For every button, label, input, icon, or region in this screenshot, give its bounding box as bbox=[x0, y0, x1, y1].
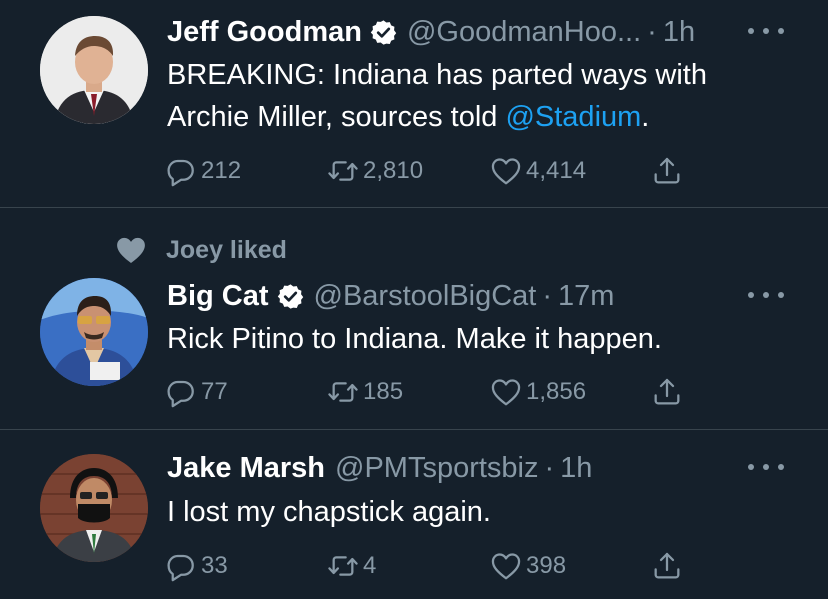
reply-button[interactable]: 33 bbox=[165, 549, 228, 583]
separator: · bbox=[544, 452, 555, 484]
share-button[interactable] bbox=[651, 154, 683, 188]
social-context-label[interactable]: Joey liked bbox=[166, 236, 287, 265]
avatar[interactable] bbox=[40, 278, 148, 386]
display-name[interactable]: Big Cat bbox=[167, 278, 269, 314]
retweet-count: 4 bbox=[363, 552, 377, 579]
reply-button[interactable]: 212 bbox=[165, 154, 241, 188]
separator: · bbox=[542, 280, 553, 312]
avatar[interactable] bbox=[40, 16, 148, 124]
retweet-count: 185 bbox=[363, 378, 404, 405]
user-handle[interactable]: @BarstoolBigCat bbox=[314, 278, 537, 314]
retweet-button[interactable]: 4 bbox=[327, 549, 376, 583]
tweet-header: Big Cat @BarstoolBigCat · 17m bbox=[167, 278, 798, 314]
retweet-count: 2,810 bbox=[363, 157, 424, 184]
tweet-text-part: . bbox=[641, 101, 650, 133]
verified-badge-icon bbox=[277, 283, 304, 310]
tweet-card[interactable]: Jeff Goodman @GoodmanHoo... · 1h BREAKIN… bbox=[0, 0, 828, 207]
retweet-icon bbox=[327, 155, 359, 187]
separator: · bbox=[647, 16, 657, 48]
like-button[interactable]: 4,414 bbox=[490, 154, 586, 188]
display-name[interactable]: Jake Marsh bbox=[167, 450, 325, 486]
tweet-card[interactable]: Joey liked Big Cat @BarstoolBigCat · 17m… bbox=[0, 208, 828, 429]
share-icon bbox=[651, 155, 683, 187]
tweet-header: Jeff Goodman @GoodmanHoo... · 1h bbox=[167, 14, 798, 50]
like-count: 398 bbox=[526, 552, 567, 579]
tweet-header: Jake Marsh @PMTsportsbiz · 1h bbox=[167, 450, 798, 486]
share-icon bbox=[651, 376, 683, 408]
tweet-text: I lost my chapstick again. bbox=[167, 496, 491, 528]
more-icon[interactable] bbox=[748, 21, 784, 41]
heart-icon bbox=[490, 376, 522, 408]
timestamp[interactable]: 17m bbox=[558, 278, 614, 314]
share-button[interactable] bbox=[651, 549, 683, 583]
timestamp[interactable]: 1h bbox=[663, 14, 695, 50]
timeline-feed: Jeff Goodman @GoodmanHoo... · 1h BREAKIN… bbox=[0, 0, 828, 599]
timestamp[interactable]: 1h bbox=[560, 450, 592, 486]
avatar-photo bbox=[40, 278, 148, 386]
tweet-card[interactable]: Jake Marsh @PMTsportsbiz · 1h I lost my … bbox=[0, 430, 828, 599]
more-icon[interactable] bbox=[748, 285, 784, 305]
avatar-photo bbox=[40, 454, 148, 562]
mention-link[interactable]: @Stadium bbox=[505, 101, 641, 133]
share-button[interactable] bbox=[651, 375, 683, 409]
like-count: 4,414 bbox=[526, 157, 587, 184]
retweet-button[interactable]: 2,810 bbox=[327, 154, 423, 188]
user-handle[interactable]: @PMTsportsbiz bbox=[335, 450, 538, 486]
reply-button[interactable]: 77 bbox=[165, 375, 228, 409]
tweet-actions: 77 185 1,856 bbox=[165, 375, 705, 409]
avatar[interactable] bbox=[40, 454, 148, 562]
verified-badge-icon bbox=[370, 19, 397, 46]
retweet-button[interactable]: 185 bbox=[327, 375, 403, 409]
retweet-icon bbox=[327, 550, 359, 582]
share-icon bbox=[651, 550, 683, 582]
heart-icon bbox=[490, 155, 522, 187]
social-context: Joey liked bbox=[114, 233, 287, 267]
reply-count: 212 bbox=[201, 157, 242, 184]
like-button[interactable]: 398 bbox=[490, 549, 566, 583]
reply-count: 77 bbox=[201, 378, 228, 405]
tweet-text: BREAKING: Indiana has parted ways with A… bbox=[167, 54, 788, 138]
avatar-photo bbox=[40, 16, 148, 124]
user-handle[interactable]: @GoodmanHoo... bbox=[407, 14, 641, 50]
reply-icon bbox=[165, 155, 197, 187]
display-name[interactable]: Jeff Goodman bbox=[167, 14, 362, 50]
retweet-icon bbox=[327, 376, 359, 408]
more-icon[interactable] bbox=[748, 457, 784, 477]
reply-icon bbox=[165, 376, 197, 408]
heart-icon bbox=[490, 550, 522, 582]
like-button[interactable]: 1,856 bbox=[490, 375, 586, 409]
tweet-actions: 33 4 398 bbox=[165, 549, 705, 583]
heart-filled-icon bbox=[117, 237, 145, 264]
reply-icon bbox=[165, 550, 197, 582]
like-count: 1,856 bbox=[526, 378, 587, 405]
tweet-actions: 212 2,810 4,414 bbox=[165, 154, 705, 188]
tweet-text: Rick Pitino to Indiana. Make it happen. bbox=[167, 323, 662, 355]
reply-count: 33 bbox=[201, 552, 228, 579]
